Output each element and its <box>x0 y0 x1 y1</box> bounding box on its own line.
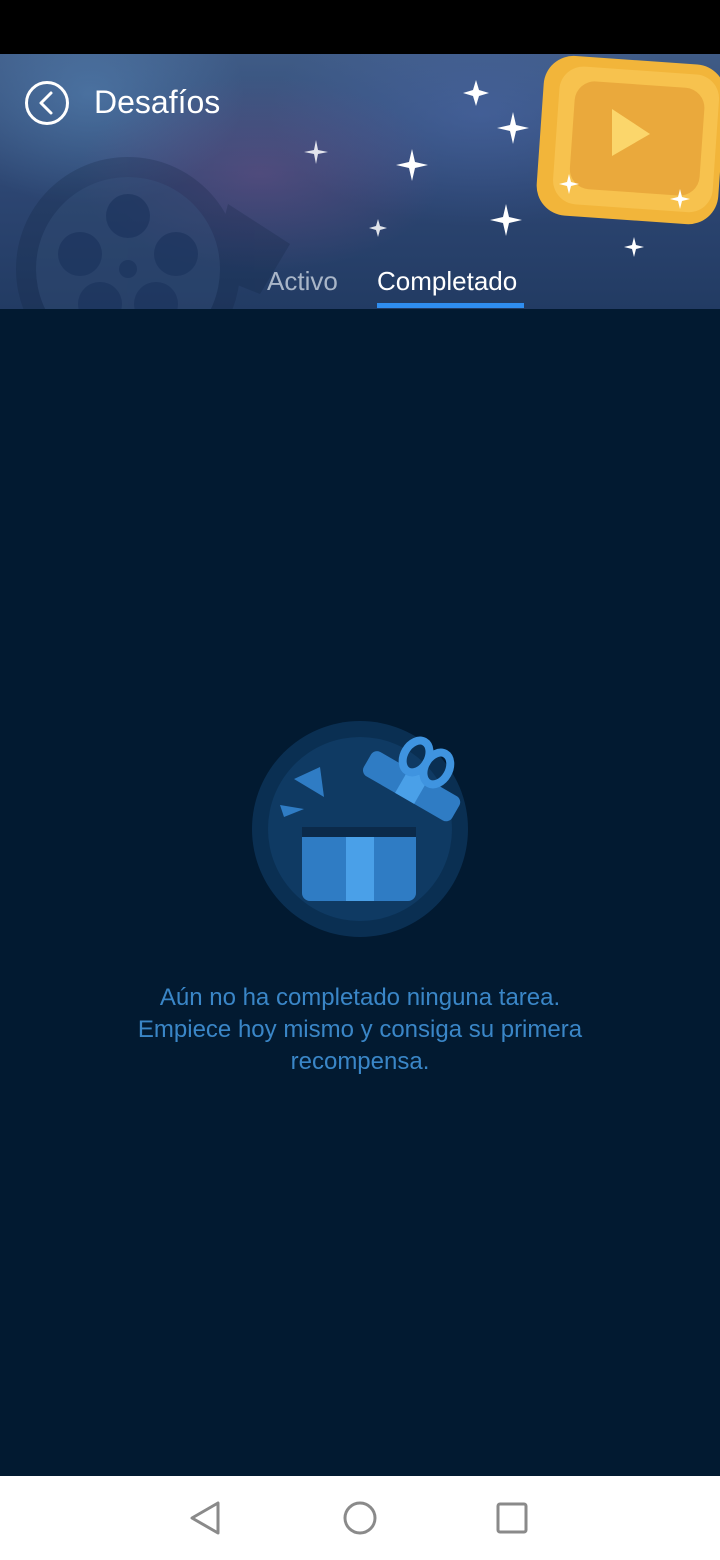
nav-recents-button[interactable] <box>492 1498 532 1538</box>
tab-bar: Activo Completado <box>0 258 720 309</box>
nav-home-button[interactable] <box>340 1498 380 1538</box>
empty-state-line: recompensa. <box>290 1048 430 1075</box>
system-navigation-bar <box>0 1476 720 1560</box>
nav-recents-icon <box>496 1502 528 1534</box>
completed-challenges-panel: Aún no ha completado ninguna tarea. Empi… <box>0 309 720 1476</box>
nav-back-icon <box>190 1501 220 1535</box>
header-banner: Desafíos Activo Completado <box>0 54 720 309</box>
back-button[interactable] <box>24 80 70 126</box>
empty-state-line: Aún no ha completado ninguna tarea. <box>159 984 561 1011</box>
selected-tab-indicator <box>377 303 524 308</box>
tab-activo[interactable]: Activo <box>267 264 338 298</box>
page-title: Desafíos <box>94 84 221 120</box>
empty-state-line: Empiece hoy mismo y consiga su primera <box>137 1016 583 1043</box>
status-bar <box>0 0 720 54</box>
gift-box-icon <box>252 721 468 937</box>
empty-state-message: Aún no ha completado ninguna tarea. Empi… <box>60 982 660 1078</box>
nav-back-button[interactable] <box>186 1498 226 1538</box>
play-badge-icon <box>536 55 720 225</box>
back-arrow-icon <box>25 81 69 125</box>
tab-completado[interactable]: Completado <box>377 264 517 298</box>
nav-home-icon <box>343 1501 377 1535</box>
